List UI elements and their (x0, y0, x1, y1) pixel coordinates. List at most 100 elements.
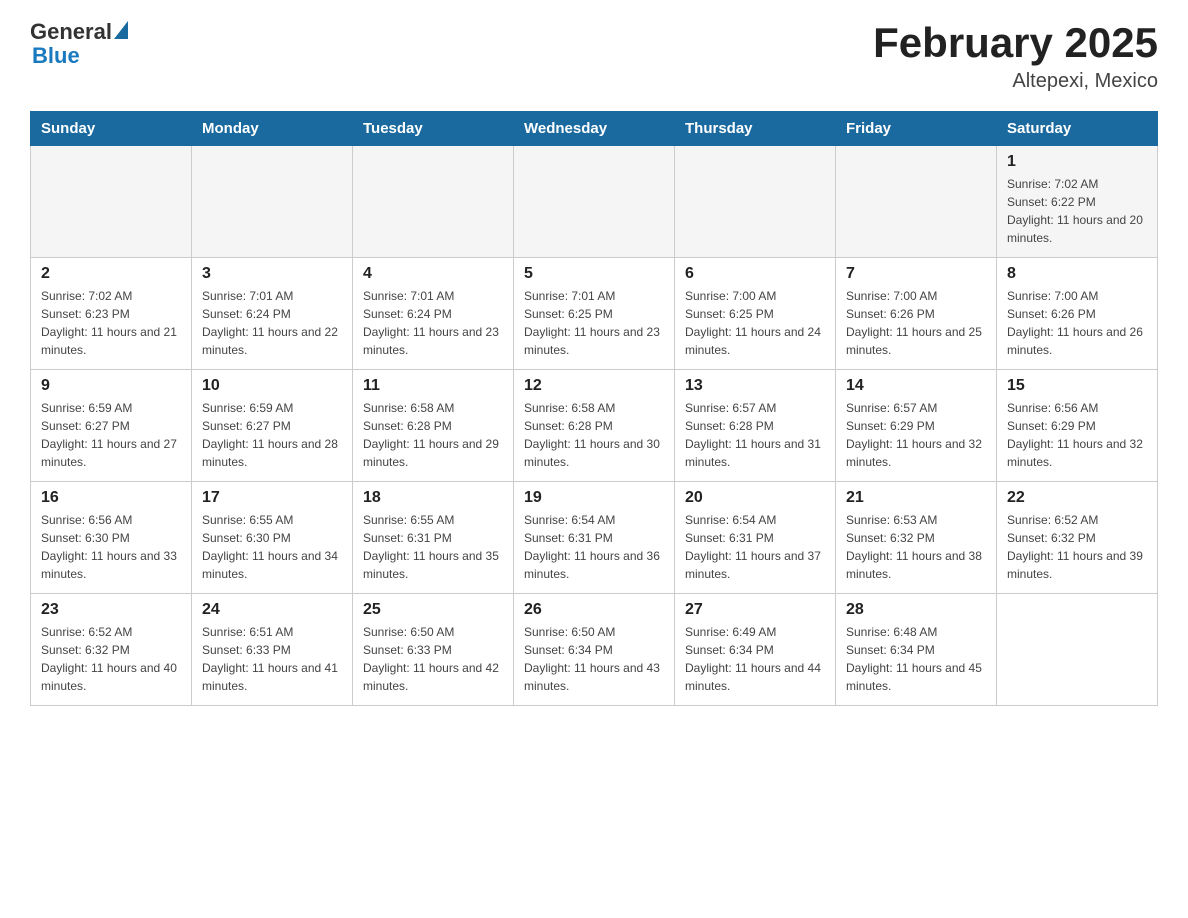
calendar-cell: 17 Sunrise: 6:55 AMSunset: 6:30 PMDayligh… (192, 482, 353, 594)
day-number: 26 (524, 601, 664, 619)
calendar-cell: 6 Sunrise: 7:00 AMSunset: 6:25 PMDaylight… (675, 258, 836, 370)
logo-triangle-icon (114, 21, 128, 39)
page-title: February 2025 (873, 20, 1158, 66)
calendar-cell: 26 Sunrise: 6:50 AMSunset: 6:34 PMDayligh… (514, 594, 675, 706)
calendar-cell: 28 Sunrise: 6:48 AMSunset: 6:34 PMDayligh… (836, 594, 997, 706)
day-number: 3 (202, 265, 342, 283)
day-number: 20 (685, 489, 825, 507)
calendar-cell: 8 Sunrise: 7:00 AMSunset: 6:26 PMDaylight… (997, 258, 1158, 370)
day-info: Sunrise: 6:58 AMSunset: 6:28 PMDaylight:… (363, 399, 503, 471)
page-header: General Blue February 2025 Altepexi, Mex… (30, 20, 1158, 93)
day-number: 13 (685, 377, 825, 395)
calendar-cell: 16 Sunrise: 6:56 AMSunset: 6:30 PMDayligh… (31, 482, 192, 594)
calendar-body: 1 Sunrise: 7:02 AMSunset: 6:22 PMDaylight… (31, 146, 1158, 706)
calendar-cell: 7 Sunrise: 7:00 AMSunset: 6:26 PMDaylight… (836, 258, 997, 370)
calendar-cell: 18 Sunrise: 6:55 AMSunset: 6:31 PMDayligh… (353, 482, 514, 594)
calendar-cell (514, 146, 675, 258)
calendar-cell: 13 Sunrise: 6:57 AMSunset: 6:28 PMDayligh… (675, 370, 836, 482)
day-number: 18 (363, 489, 503, 507)
day-info: Sunrise: 6:50 AMSunset: 6:33 PMDaylight:… (363, 623, 503, 695)
day-number: 28 (846, 601, 986, 619)
day-info: Sunrise: 6:54 AMSunset: 6:31 PMDaylight:… (524, 511, 664, 583)
calendar-cell: 14Sunrise: 6:57 AMSunset: 6:29 PMDayligh… (836, 370, 997, 482)
day-info: Sunrise: 6:52 AMSunset: 6:32 PMDaylight:… (1007, 511, 1147, 583)
weekday-header: Thursday (675, 112, 836, 146)
day-number: 7 (846, 265, 986, 283)
day-number: 22 (1007, 489, 1147, 507)
calendar-week-row: 1 Sunrise: 7:02 AMSunset: 6:22 PMDaylight… (31, 146, 1158, 258)
calendar-cell: 2Sunrise: 7:02 AMSunset: 6:23 PMDaylight… (31, 258, 192, 370)
day-number: 23 (41, 601, 181, 619)
day-info: Sunrise: 6:50 AMSunset: 6:34 PMDaylight:… (524, 623, 664, 695)
calendar-table: SundayMondayTuesdayWednesdayThursdayFrid… (30, 111, 1158, 706)
day-number: 8 (1007, 265, 1147, 283)
day-info: Sunrise: 6:57 AMSunset: 6:28 PMDaylight:… (685, 399, 825, 471)
calendar-cell (192, 146, 353, 258)
day-number: 16 (41, 489, 181, 507)
day-info: Sunrise: 7:01 AMSunset: 6:25 PMDaylight:… (524, 287, 664, 359)
day-number: 5 (524, 265, 664, 283)
calendar-cell: 10Sunrise: 6:59 AMSunset: 6:27 PMDayligh… (192, 370, 353, 482)
calendar-cell: 1 Sunrise: 7:02 AMSunset: 6:22 PMDaylight… (997, 146, 1158, 258)
day-number: 9 (41, 377, 181, 395)
weekday-header: Saturday (997, 112, 1158, 146)
day-number: 17 (202, 489, 342, 507)
day-number: 24 (202, 601, 342, 619)
day-number: 6 (685, 265, 825, 283)
title-block: February 2025 Altepexi, Mexico (873, 20, 1158, 93)
calendar-cell: 9 Sunrise: 6:59 AMSunset: 6:27 PMDaylight… (31, 370, 192, 482)
day-info: Sunrise: 7:01 AMSunset: 6:24 PMDaylight:… (363, 287, 503, 359)
logo-blue-text: Blue (32, 43, 80, 68)
day-info: Sunrise: 6:59 AMSunset: 6:27 PMDaylight:… (202, 399, 342, 471)
day-info: Sunrise: 7:02 AMSunset: 6:22 PMDaylight:… (1007, 175, 1147, 247)
day-number: 25 (363, 601, 503, 619)
weekday-header: Monday (192, 112, 353, 146)
day-number: 27 (685, 601, 825, 619)
calendar-cell (353, 146, 514, 258)
day-info: Sunrise: 6:59 AMSunset: 6:27 PMDaylight:… (41, 399, 181, 471)
day-info: Sunrise: 6:48 AMSunset: 6:34 PMDaylight:… (846, 623, 986, 695)
calendar-cell: 27 Sunrise: 6:49 AMSunset: 6:34 PMDayligh… (675, 594, 836, 706)
calendar-cell (675, 146, 836, 258)
day-info: Sunrise: 7:00 AMSunset: 6:26 PMDaylight:… (1007, 287, 1147, 359)
logo: General Blue (30, 20, 128, 68)
calendar-cell (836, 146, 997, 258)
calendar-week-row: 2Sunrise: 7:02 AMSunset: 6:23 PMDaylight… (31, 258, 1158, 370)
day-number: 4 (363, 265, 503, 283)
day-info: Sunrise: 6:57 AMSunset: 6:29 PMDaylight:… (846, 399, 986, 471)
calendar-cell: 23 Sunrise: 6:52 AMSunset: 6:32 PMDayligh… (31, 594, 192, 706)
day-number: 11 (363, 377, 503, 395)
day-number: 12 (524, 377, 664, 395)
calendar-cell: 19 Sunrise: 6:54 AMSunset: 6:31 PMDayligh… (514, 482, 675, 594)
calendar-week-row: 16 Sunrise: 6:56 AMSunset: 6:30 PMDayligh… (31, 482, 1158, 594)
weekday-header: Tuesday (353, 112, 514, 146)
calendar-week-row: 23 Sunrise: 6:52 AMSunset: 6:32 PMDayligh… (31, 594, 1158, 706)
calendar-cell: 4 Sunrise: 7:01 AMSunset: 6:24 PMDaylight… (353, 258, 514, 370)
calendar-cell: 20Sunrise: 6:54 AMSunset: 6:31 PMDayligh… (675, 482, 836, 594)
day-info: Sunrise: 6:56 AMSunset: 6:30 PMDaylight:… (41, 511, 181, 583)
day-number: 1 (1007, 153, 1147, 171)
day-info: Sunrise: 7:00 AMSunset: 6:26 PMDaylight:… (846, 287, 986, 359)
day-number: 19 (524, 489, 664, 507)
calendar-cell: 5 Sunrise: 7:01 AMSunset: 6:25 PMDaylight… (514, 258, 675, 370)
day-info: Sunrise: 6:51 AMSunset: 6:33 PMDaylight:… (202, 623, 342, 695)
day-number: 21 (846, 489, 986, 507)
weekday-header: Friday (836, 112, 997, 146)
day-info: Sunrise: 6:52 AMSunset: 6:32 PMDaylight:… (41, 623, 181, 695)
calendar-cell: 11 Sunrise: 6:58 AMSunset: 6:28 PMDayligh… (353, 370, 514, 482)
day-info: Sunrise: 6:55 AMSunset: 6:31 PMDaylight:… (363, 511, 503, 583)
day-number: 2 (41, 265, 181, 283)
calendar-header: SundayMondayTuesdayWednesdayThursdayFrid… (31, 112, 1158, 146)
calendar-cell: 3Sunrise: 7:01 AMSunset: 6:24 PMDaylight… (192, 258, 353, 370)
weekday-row: SundayMondayTuesdayWednesdayThursdayFrid… (31, 112, 1158, 146)
calendar-cell: 24 Sunrise: 6:51 AMSunset: 6:33 PMDayligh… (192, 594, 353, 706)
day-info: Sunrise: 7:00 AMSunset: 6:25 PMDaylight:… (685, 287, 825, 359)
day-info: Sunrise: 6:55 AMSunset: 6:30 PMDaylight:… (202, 511, 342, 583)
page-subtitle: Altepexi, Mexico (873, 70, 1158, 93)
weekday-header: Sunday (31, 112, 192, 146)
calendar-cell (997, 594, 1158, 706)
calendar-cell: 12Sunrise: 6:58 AMSunset: 6:28 PMDayligh… (514, 370, 675, 482)
day-info: Sunrise: 6:49 AMSunset: 6:34 PMDaylight:… (685, 623, 825, 695)
calendar-cell (31, 146, 192, 258)
calendar-week-row: 9 Sunrise: 6:59 AMSunset: 6:27 PMDaylight… (31, 370, 1158, 482)
